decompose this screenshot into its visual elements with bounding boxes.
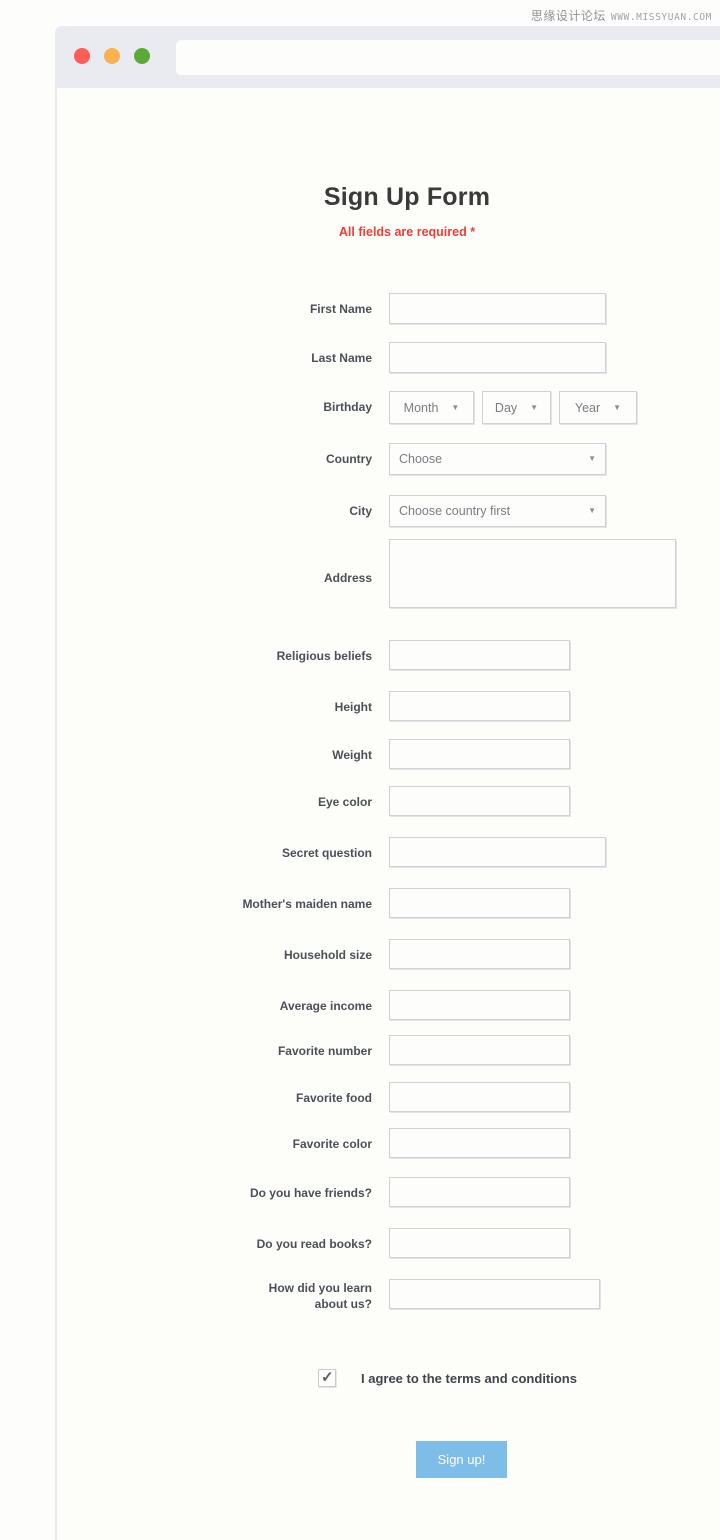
- average-income-input[interactable]: [389, 990, 570, 1020]
- secret-question-input[interactable]: [389, 837, 606, 867]
- close-button[interactable]: [74, 48, 90, 64]
- terms-label: I agree to the terms and conditions: [361, 1370, 577, 1386]
- form-field-label: Favorite color: [292, 1137, 372, 1151]
- country-select[interactable]: Choose ▼: [389, 443, 606, 475]
- form-field-label: How did you learn about us?: [268, 1281, 372, 1311]
- browser-titlebar: [55, 26, 720, 86]
- address-bar-input[interactable]: [176, 40, 720, 75]
- mother-s-maiden-name-input[interactable]: [389, 888, 570, 918]
- do-you-have-friends-input[interactable]: [389, 1177, 570, 1207]
- chevron-down-icon: ▼: [613, 402, 622, 412]
- form-field-label: Average income: [279, 999, 372, 1013]
- watermark-site-name: 思缘设计论坛: [530, 9, 606, 23]
- browser-viewport: Sign Up Form All fields are required * F…: [57, 88, 720, 1540]
- address-textarea[interactable]: [389, 539, 676, 608]
- eye-color-input[interactable]: [389, 786, 570, 816]
- check-icon: ✓: [321, 1369, 334, 1386]
- form-field-label: Do you have friends?: [249, 1186, 372, 1200]
- form-field-label: Weight: [332, 748, 372, 762]
- select-value: Choose country first: [399, 504, 511, 518]
- favorite-food-input[interactable]: [389, 1082, 570, 1112]
- form-field-label: Household size: [283, 948, 372, 962]
- form-field-label: Height: [334, 700, 372, 714]
- favorite-number-input[interactable]: [389, 1035, 570, 1065]
- how-did-you-learn-about-us-input[interactable]: [389, 1279, 600, 1309]
- form-field-label: Eye color: [317, 795, 372, 809]
- chevron-down-icon: ▼: [530, 402, 539, 412]
- form-field-label: First Name: [309, 302, 372, 316]
- select-value: Day: [494, 400, 518, 415]
- chevron-down-icon: ▼: [588, 506, 596, 515]
- chevron-down-icon: ▼: [451, 402, 460, 412]
- form-field-label: Last Name: [311, 351, 372, 365]
- terms-agreement-row: ✓ I agree to the terms and conditions: [318, 1369, 577, 1387]
- favorite-color-input[interactable]: [389, 1128, 570, 1158]
- form-field-label: Secret question: [281, 846, 372, 860]
- required-notice: All fields are required *: [338, 225, 476, 239]
- weight-input[interactable]: [389, 739, 570, 769]
- form-field-label: City: [349, 504, 372, 518]
- height-input[interactable]: [389, 691, 570, 721]
- form-field-label: Religious beliefs: [276, 649, 372, 663]
- select-value: Month: [403, 400, 439, 415]
- signup-submit-button[interactable]: Sign up!: [416, 1441, 507, 1478]
- form-field-label: Country: [326, 452, 372, 466]
- last-name-input[interactable]: [389, 342, 606, 373]
- city-select[interactable]: Choose country first ▼: [389, 495, 606, 527]
- birthday-month-select[interactable]: Month ▼: [389, 391, 474, 424]
- first-name-input[interactable]: [389, 293, 606, 324]
- signup-page: Sign Up Form All fields are required * F…: [57, 88, 720, 1540]
- birthday-day-select[interactable]: Day ▼: [482, 391, 551, 424]
- screenshot-root: 思缘设计论坛 WWW.MISSYUAN.COM Sign Up Form All …: [0, 0, 720, 1540]
- chevron-down-icon: ▼: [588, 454, 596, 463]
- form-field-label: Favorite number: [277, 1044, 372, 1058]
- page-title: Sign Up Form: [323, 183, 491, 211]
- do-you-read-books-input[interactable]: [389, 1228, 570, 1258]
- form-field-label: Mother's maiden name: [242, 897, 372, 911]
- household-size-input[interactable]: [389, 939, 570, 969]
- minimize-button[interactable]: [104, 48, 120, 64]
- watermark: 思缘设计论坛 WWW.MISSYUAN.COM: [531, 7, 712, 24]
- birthday-year-select[interactable]: Year ▼: [559, 391, 637, 424]
- browser-window: Sign Up Form All fields are required * F…: [55, 26, 720, 1540]
- maximize-button[interactable]: [134, 48, 150, 64]
- window-controls: [74, 48, 150, 64]
- select-value: Year: [574, 400, 601, 415]
- terms-checkbox[interactable]: ✓: [318, 1369, 336, 1387]
- watermark-url: WWW.MISSYUAN.COM: [610, 12, 712, 23]
- form-field-label: Birthday: [323, 400, 372, 414]
- form-field-label: Favorite food: [295, 1091, 372, 1105]
- form-field-label: Do you read books?: [256, 1237, 372, 1251]
- religious-beliefs-input[interactable]: [389, 640, 570, 670]
- select-value: Choose: [399, 452, 443, 466]
- form-field-label: Address: [323, 571, 372, 585]
